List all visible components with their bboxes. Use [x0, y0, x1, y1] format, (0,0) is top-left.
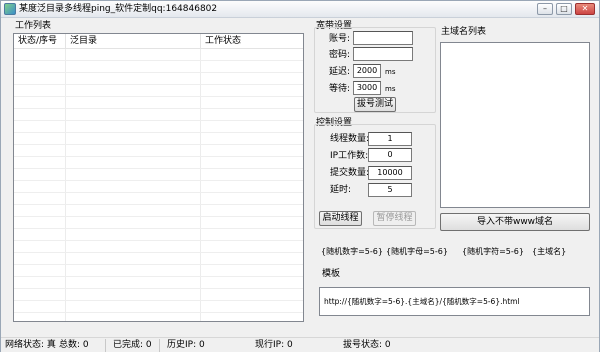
status-bar: 网络状态: 真 总数: 0 已完成: 0 历史IP: 0 现行IP: 0 拔号状…	[1, 337, 599, 352]
table-row[interactable]	[14, 265, 303, 277]
dial-status: 拔号状态: 0	[343, 340, 391, 350]
table-row[interactable]	[14, 301, 303, 313]
table-row[interactable]	[14, 121, 303, 133]
template-text: http://{随机数字=5-6}.{主域名}/{随机数字=5-6}.html	[324, 297, 520, 306]
table-row[interactable]	[14, 49, 303, 61]
submit-count-label: 提交数量:	[330, 168, 370, 178]
macro-main-domain[interactable]: {主域名}	[532, 246, 566, 257]
submit-count-field[interactable]: 10000	[368, 166, 412, 180]
delay-unit: ms	[385, 68, 396, 76]
import-domains-button[interactable]: 导入不带www域名	[440, 213, 590, 231]
table-row[interactable]	[14, 229, 303, 241]
table-row[interactable]	[14, 217, 303, 229]
pause-threads-button[interactable]: 暂停线程	[373, 211, 416, 226]
column-header-directory[interactable]: 泛目录	[66, 34, 201, 49]
account-field[interactable]	[353, 31, 413, 45]
total-count: 总数: 0	[59, 340, 89, 350]
table-row[interactable]	[14, 277, 303, 289]
title-bar[interactable]: 某度泛目录多线程ping_软件定制qq:164846802 – □ ✕	[1, 1, 599, 18]
table-row[interactable]	[14, 97, 303, 109]
table-row[interactable]	[14, 157, 303, 169]
delay-field[interactable]: 2000	[353, 64, 381, 78]
history-ip-count: 历史IP: 0	[167, 340, 205, 350]
network-status: 网络状态: 真	[5, 340, 56, 350]
table-row[interactable]	[14, 289, 303, 301]
account-label: 账号:	[329, 34, 351, 44]
password-label: 密码:	[329, 50, 351, 60]
start-threads-button[interactable]: 启动线程	[319, 211, 362, 226]
wait-unit: ms	[385, 85, 396, 93]
macro-random-letters[interactable]: {随机字母=5-6}	[386, 246, 448, 257]
work-list-table[interactable]: 状态/序号 泛目录 工作状态	[13, 33, 304, 322]
work-list-label: 工作列表	[15, 21, 52, 31]
table-row[interactable]	[14, 133, 303, 145]
domain-list-label: 主域名列表	[441, 27, 487, 37]
column-header-status-index[interactable]: 状态/序号	[14, 34, 66, 49]
window-title: 某度泛目录多线程ping_软件定制qq:164846802	[19, 4, 218, 14]
minimize-icon[interactable]: –	[537, 3, 553, 15]
maximize-icon[interactable]: □	[556, 3, 572, 15]
table-row[interactable]	[14, 109, 303, 121]
status-separator	[105, 339, 106, 352]
table-row[interactable]	[14, 145, 303, 157]
table-row[interactable]	[14, 73, 303, 85]
ip-jobs-label: IP工作数:	[330, 151, 369, 161]
password-field[interactable]	[353, 47, 413, 61]
threads-label: 线程数量:	[330, 134, 370, 144]
wait-field[interactable]: 3000	[353, 81, 381, 95]
table-row[interactable]	[14, 85, 303, 97]
column-header-work-status[interactable]: 工作状态	[201, 34, 303, 49]
macro-random-digits[interactable]: {随机数字=5-6}	[321, 246, 383, 257]
current-ip-count: 现行IP: 0	[255, 340, 293, 350]
table-row[interactable]	[14, 169, 303, 181]
table-row[interactable]	[14, 61, 303, 73]
template-textarea[interactable]: http://{随机数字=5-6}.{主域名}/{随机数字=5-6}.html	[319, 287, 590, 316]
completed-count: 已完成: 0	[113, 340, 152, 350]
template-label: 模板	[322, 269, 341, 279]
timeout-label: 延时:	[330, 185, 352, 195]
ip-jobs-field[interactable]: 0	[368, 148, 412, 162]
wait-label: 等待:	[329, 84, 351, 94]
delay-label: 延迟:	[329, 67, 351, 77]
table-row[interactable]	[14, 205, 303, 217]
table-row[interactable]	[14, 193, 303, 205]
main-window: 某度泛目录多线程ping_软件定制qq:164846802 – □ ✕ 工作列表…	[0, 0, 600, 352]
table-row[interactable]	[14, 253, 303, 265]
macro-random-chars[interactable]: {随机字符=5-6}	[462, 246, 524, 257]
threads-field[interactable]: 1	[368, 132, 412, 146]
status-separator	[159, 339, 160, 352]
dial-test-button[interactable]: 拔号测试	[354, 97, 396, 112]
table-row[interactable]	[14, 241, 303, 253]
close-icon[interactable]: ✕	[575, 3, 595, 15]
app-icon	[4, 3, 16, 15]
timeout-field[interactable]: 5	[368, 183, 412, 197]
table-row[interactable]	[14, 181, 303, 193]
work-list-header: 状态/序号 泛目录 工作状态	[14, 34, 303, 49]
domain-list-box[interactable]	[440, 42, 590, 208]
